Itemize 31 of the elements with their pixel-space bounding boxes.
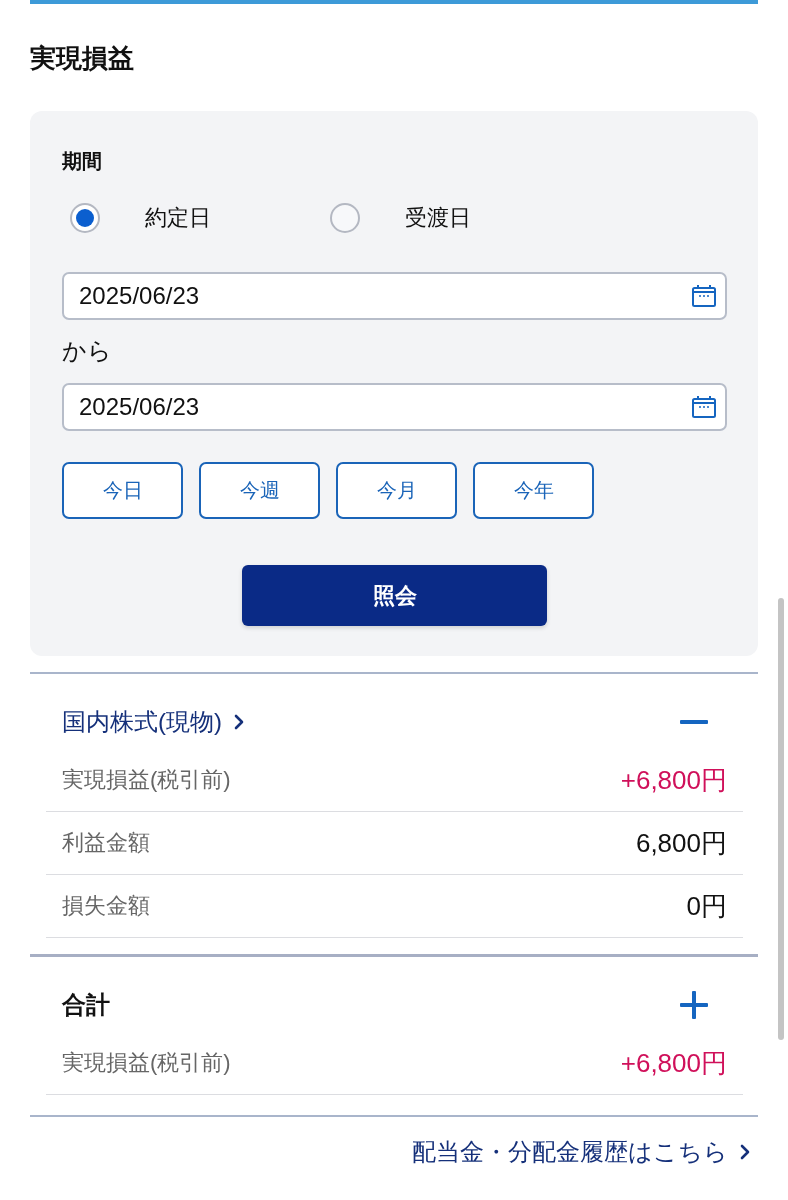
row-label: 実現損益(税引前) <box>62 1049 231 1077</box>
radio-option[interactable]: 約定日 <box>70 203 330 233</box>
calendar-icon[interactable] <box>692 285 716 307</box>
quick-range-button[interactable]: 今日 <box>62 462 183 519</box>
radio-icon[interactable] <box>70 203 100 233</box>
row-label: 実現損益(税引前) <box>62 766 231 794</box>
section-link[interactable]: 国内株式(現物) <box>62 706 244 738</box>
chevron-right-icon <box>234 714 244 730</box>
quick-range-button[interactable]: 今週 <box>199 462 320 519</box>
section-title: 合計 <box>62 990 110 1020</box>
inquiry-button[interactable]: 照会 <box>242 565 547 626</box>
radio-icon[interactable] <box>330 203 360 233</box>
quick-range-button[interactable]: 今年 <box>473 462 594 519</box>
date-field[interactable]: 2025/06/23 <box>62 383 727 431</box>
quick-range-button[interactable]: 今月 <box>336 462 457 519</box>
date-field[interactable]: 2025/06/23 <box>62 272 727 320</box>
row-value: 6,800円 <box>635 826 727 860</box>
period-label: 期間 <box>62 149 102 174</box>
chevron-right-icon <box>740 1144 750 1160</box>
row-label: 損失金額 <box>62 892 150 920</box>
row-value: +6,800円 <box>620 763 727 797</box>
scrollbar-thumb[interactable] <box>778 598 784 1040</box>
row-value: 0円 <box>686 889 727 923</box>
dividend-history-link[interactable]: 配当金・分配金履歴はこちら <box>412 1135 750 1169</box>
radio-option[interactable]: 受渡日 <box>330 203 471 233</box>
range-separator: から <box>62 336 112 366</box>
expand-icon[interactable] <box>680 991 708 1019</box>
page-title: 実現損益 <box>30 42 134 75</box>
row-label: 利益金額 <box>62 829 150 857</box>
row-value: +6,800円 <box>620 1046 727 1080</box>
calendar-icon[interactable] <box>692 396 716 418</box>
